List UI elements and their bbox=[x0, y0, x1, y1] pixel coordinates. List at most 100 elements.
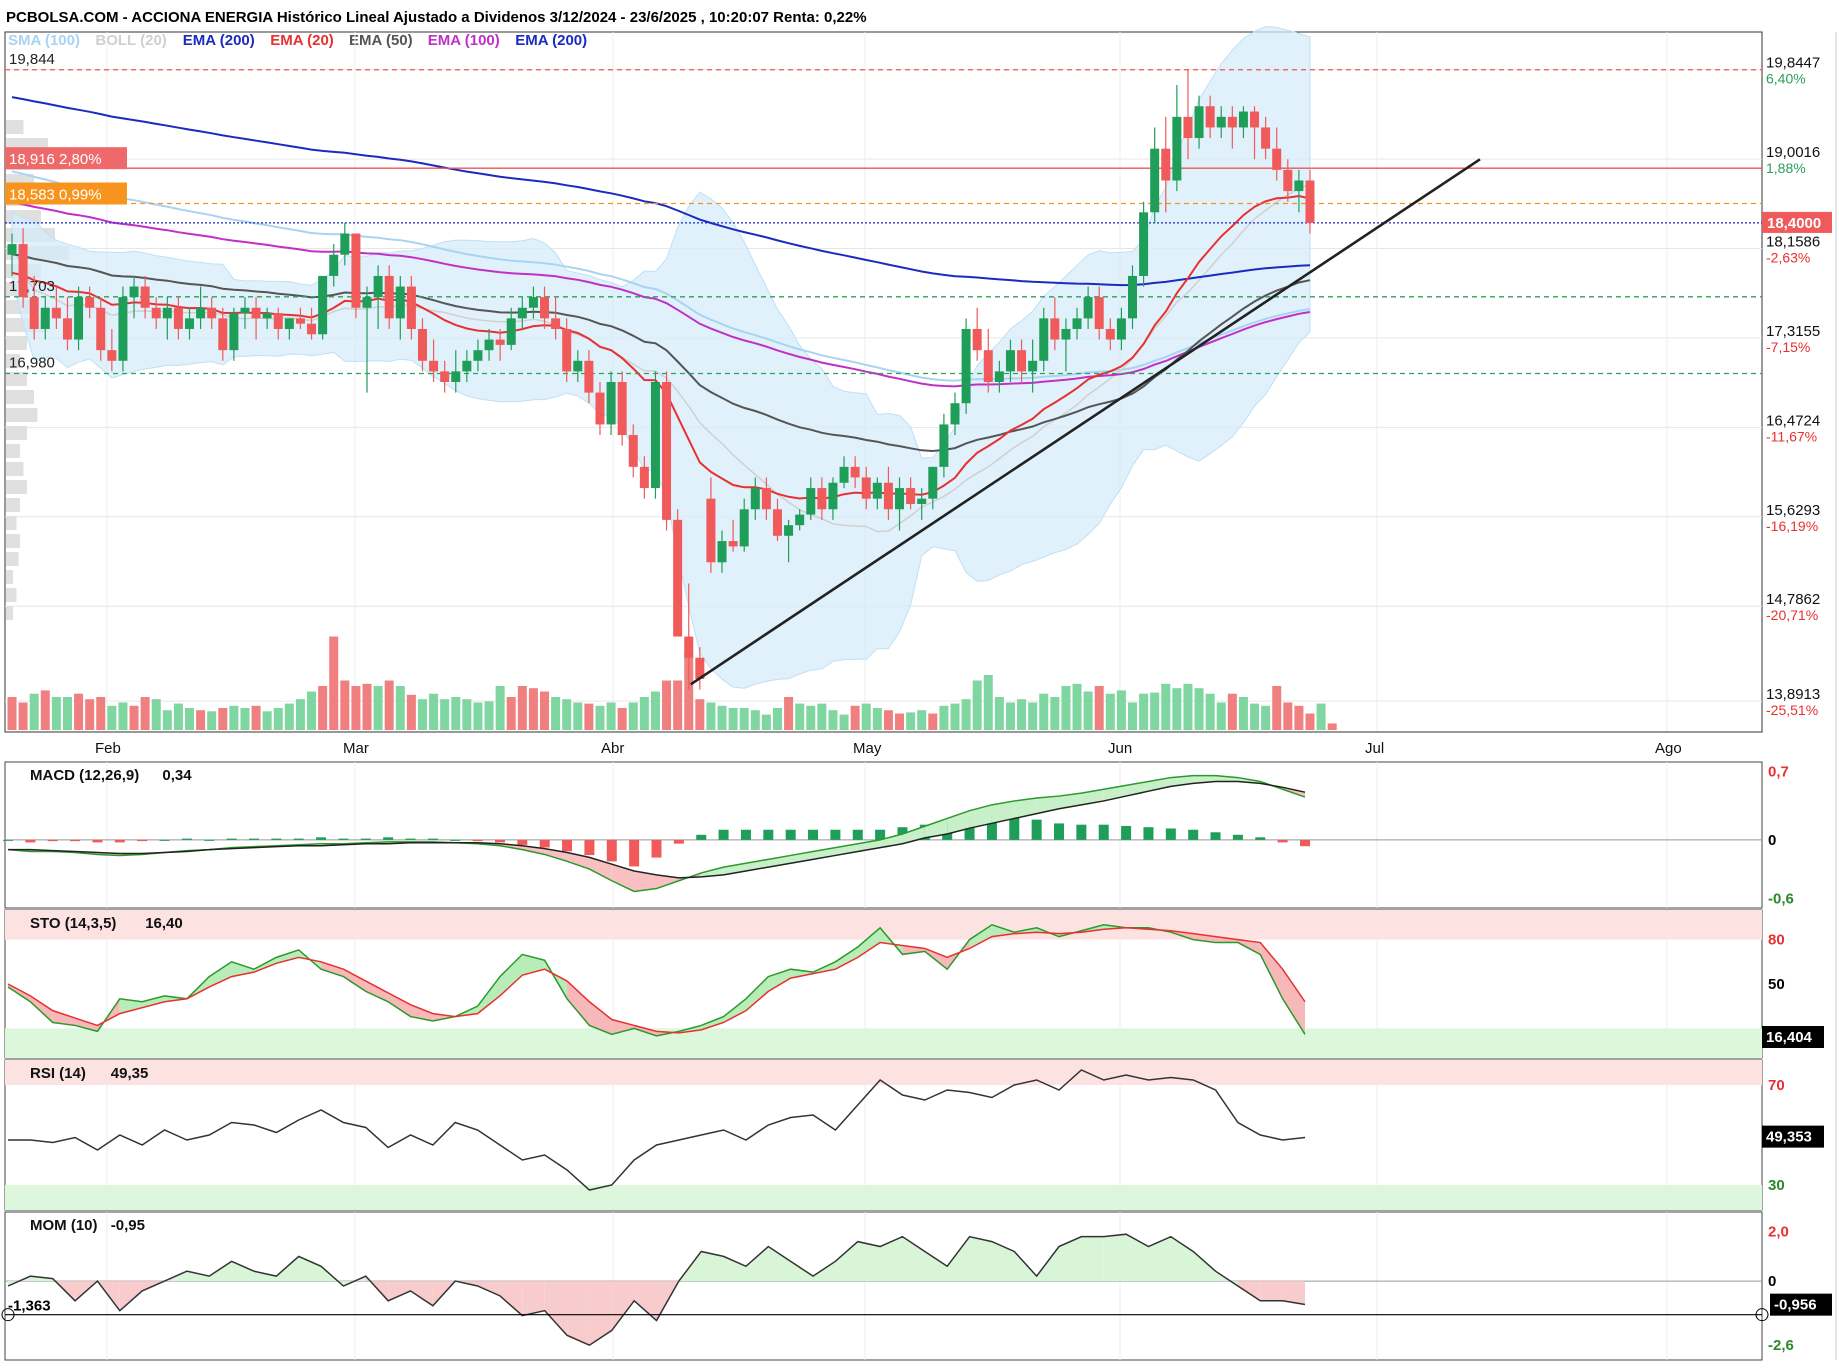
volume-bar bbox=[795, 703, 805, 730]
mom-fill bbox=[1081, 1236, 1104, 1282]
candle-body bbox=[872, 482, 882, 499]
candle-body bbox=[706, 498, 716, 563]
price-axis-label: 19,8447 bbox=[1766, 55, 1820, 72]
candle-body bbox=[295, 318, 305, 324]
candle-body bbox=[417, 328, 427, 361]
volume-bar bbox=[650, 691, 660, 730]
volume-bar bbox=[196, 710, 206, 730]
volume-profile-bar bbox=[6, 552, 19, 566]
price-axis-label: 13,8913 bbox=[1766, 686, 1820, 703]
month-label: May bbox=[853, 740, 882, 757]
volume-bar bbox=[395, 686, 405, 730]
macd-histogram-bar bbox=[271, 838, 282, 840]
candle-body bbox=[218, 318, 228, 351]
panel-title: RSI (14) bbox=[30, 1065, 86, 1082]
price-axis-label: 14,7862 bbox=[1766, 591, 1820, 608]
volume-bar bbox=[273, 708, 283, 730]
volume-bar bbox=[528, 688, 538, 730]
candle-body bbox=[895, 488, 905, 510]
candle-body bbox=[362, 297, 372, 308]
legend-item-2: EMA (200) bbox=[183, 32, 255, 49]
mom-current-label: -0,956 bbox=[1774, 1297, 1817, 1314]
price-axis-pct: -20,71% bbox=[1766, 607, 1818, 623]
panel-axis-label: 70 bbox=[1768, 1077, 1785, 1094]
volume-bar bbox=[1072, 683, 1082, 730]
macd-histogram-bar bbox=[137, 839, 148, 842]
volume-bar bbox=[739, 708, 749, 730]
candle-body bbox=[1005, 350, 1015, 372]
candle-body bbox=[495, 339, 505, 345]
candle-body bbox=[750, 488, 760, 510]
candle-body bbox=[340, 233, 350, 255]
candle-body bbox=[673, 519, 683, 637]
price-axis-label: 18,1586 bbox=[1766, 234, 1820, 251]
volume-bar bbox=[606, 702, 616, 730]
price-axis-pct: 1,88% bbox=[1766, 160, 1806, 176]
candle-body bbox=[484, 339, 494, 351]
volume-bar bbox=[173, 703, 183, 730]
macd-histogram-bar bbox=[494, 839, 505, 843]
candle-body bbox=[939, 424, 949, 467]
volume-profile-bar bbox=[6, 390, 34, 404]
candle-body bbox=[1216, 116, 1226, 128]
candle-body bbox=[595, 392, 605, 425]
volume-bar bbox=[1028, 702, 1038, 730]
candle-body bbox=[994, 371, 1004, 382]
volume-bar bbox=[18, 702, 28, 730]
volume-profile-bar bbox=[6, 606, 13, 620]
candle-body bbox=[1261, 127, 1271, 149]
candle-body bbox=[307, 323, 317, 335]
panel-axis-label: 2,0 bbox=[1768, 1224, 1789, 1241]
candle-body bbox=[40, 307, 50, 329]
volume-bar bbox=[1172, 688, 1182, 730]
candle-body bbox=[118, 297, 128, 361]
candle-body bbox=[1094, 297, 1104, 329]
volume-bar bbox=[1216, 702, 1226, 730]
macd-histogram-bar bbox=[606, 839, 617, 862]
volume-bar bbox=[85, 699, 95, 730]
volume-bar bbox=[295, 699, 305, 730]
mom-fill bbox=[567, 1281, 590, 1346]
candle-body bbox=[551, 318, 561, 329]
volume-bar bbox=[1205, 693, 1215, 730]
price-axis-pct: -7,15% bbox=[1766, 339, 1810, 355]
macd-histogram-bar bbox=[25, 839, 36, 843]
macd-histogram-bar bbox=[450, 839, 461, 841]
macd-histogram-bar bbox=[427, 838, 438, 840]
candle-body bbox=[240, 307, 250, 314]
macd-histogram-bar bbox=[204, 839, 215, 841]
price-axis-label: 15,6293 bbox=[1766, 502, 1820, 519]
volume-bar bbox=[1139, 693, 1149, 730]
volume-bar bbox=[1105, 693, 1115, 730]
volume-bar bbox=[761, 714, 771, 730]
candle-body bbox=[395, 286, 405, 319]
macd-histogram-bar bbox=[1165, 828, 1176, 840]
volume-bar bbox=[994, 697, 1004, 730]
volume-bar bbox=[662, 680, 672, 730]
candle-body bbox=[717, 541, 727, 563]
volume-bar bbox=[551, 697, 561, 730]
candle-body bbox=[1172, 116, 1182, 181]
candle-body bbox=[1161, 148, 1171, 181]
candle-body bbox=[906, 488, 916, 504]
rsi-current-label: 49,353 bbox=[1766, 1129, 1812, 1146]
volume-bar bbox=[429, 693, 439, 730]
macd-histogram-bar bbox=[1300, 839, 1310, 847]
volume-bar bbox=[1094, 686, 1104, 730]
candle-body bbox=[728, 541, 738, 547]
volume-profile-bar bbox=[6, 120, 24, 134]
volume-bar bbox=[351, 686, 361, 730]
macd-histogram-bar bbox=[114, 839, 125, 843]
volume-bar bbox=[628, 702, 638, 730]
panel-axis-label: -0,6 bbox=[1768, 890, 1794, 907]
panel-axis-label: 0 bbox=[1768, 1273, 1776, 1290]
volume-bar bbox=[1116, 690, 1126, 730]
volume-bar bbox=[839, 714, 849, 730]
volume-profile-bar bbox=[6, 336, 27, 350]
panel-value: 0,34 bbox=[162, 767, 192, 784]
candle-body bbox=[18, 244, 28, 298]
candle-body bbox=[1127, 275, 1137, 319]
volume-profile-bar bbox=[6, 426, 27, 440]
volume-bar bbox=[517, 686, 527, 730]
candle-body bbox=[373, 275, 383, 298]
